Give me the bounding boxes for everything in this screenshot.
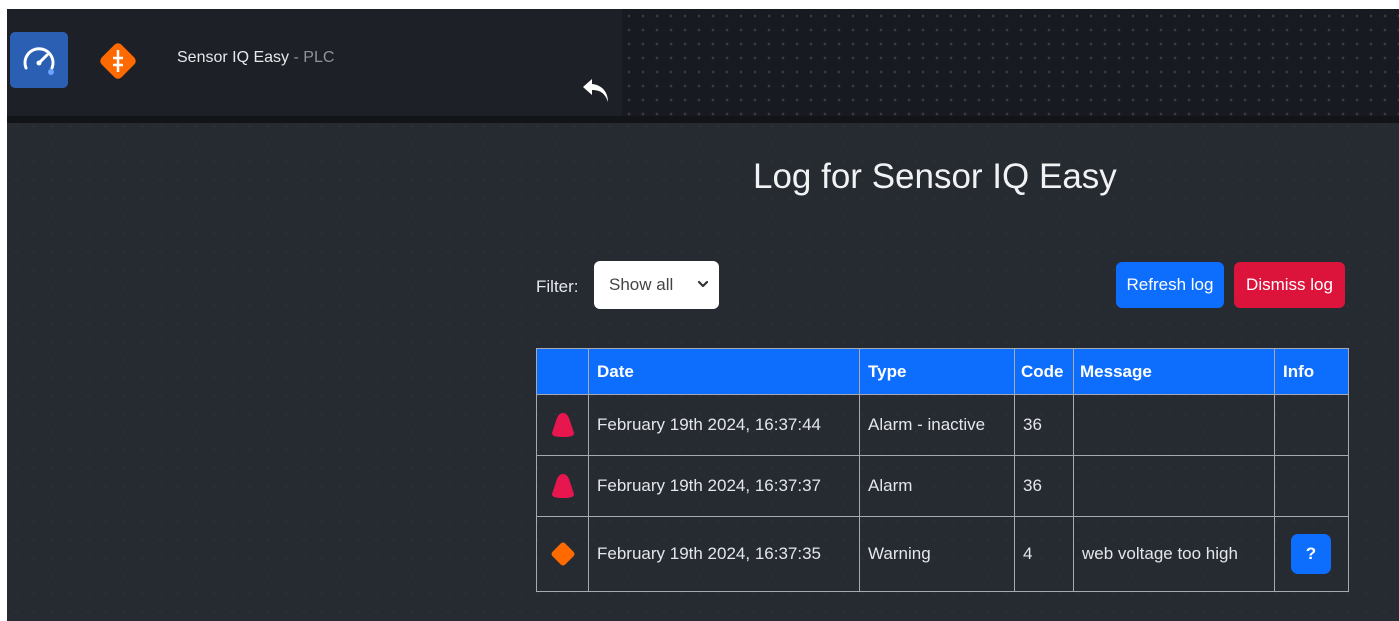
page-title: Log for Sensor IQ Easy bbox=[753, 157, 1117, 196]
column-header-message[interactable]: Message bbox=[1073, 348, 1275, 395]
column-header-date[interactable]: Date bbox=[588, 348, 860, 395]
code-cell: 36 bbox=[1014, 394, 1074, 456]
message-cell: web voltage too high bbox=[1073, 516, 1275, 592]
filter-select[interactable]: Show all bbox=[594, 261, 719, 309]
column-header-type[interactable]: Type bbox=[859, 348, 1015, 395]
message-cell bbox=[1073, 455, 1275, 517]
severity-cell bbox=[536, 455, 589, 517]
refresh-log-button[interactable]: Refresh log bbox=[1116, 262, 1224, 308]
table-header-row: Date Type Code Message Info bbox=[536, 348, 1349, 395]
app-subtitle: - PLC bbox=[289, 49, 335, 66]
date-cell: February 19th 2024, 16:37:37 bbox=[588, 455, 860, 517]
alarm-bell-icon bbox=[551, 413, 574, 437]
header-divider bbox=[7, 116, 1399, 123]
column-header-info: Info bbox=[1274, 348, 1349, 395]
log-table: Date Type Code Message Info February 19t… bbox=[536, 348, 1349, 592]
severity-cell bbox=[536, 516, 589, 592]
column-header-severity bbox=[536, 348, 589, 395]
severity-cell bbox=[536, 394, 589, 456]
column-header-code[interactable]: Code bbox=[1014, 348, 1074, 395]
message-cell bbox=[1073, 394, 1275, 456]
type-cell: Warning bbox=[859, 516, 1015, 592]
table-row: February 19th 2024, 16:37:44 Alarm - ina… bbox=[536, 394, 1349, 456]
warning-diamond-icon[interactable] bbox=[96, 39, 140, 83]
back-arrow-icon[interactable] bbox=[580, 75, 614, 107]
table-row: February 19th 2024, 16:37:37 Alarm 36 bbox=[536, 455, 1349, 517]
info-cell bbox=[1274, 455, 1349, 517]
info-cell bbox=[1274, 394, 1349, 456]
code-cell: 36 bbox=[1014, 455, 1074, 517]
type-cell: Alarm - inactive bbox=[859, 394, 1015, 456]
code-cell: 4 bbox=[1014, 516, 1074, 592]
date-cell: February 19th 2024, 16:37:35 bbox=[588, 516, 860, 592]
app-title: Sensor IQ Easy - PLC bbox=[177, 49, 334, 67]
warning-diamond-icon bbox=[551, 542, 574, 566]
info-help-button[interactable]: ? bbox=[1291, 534, 1331, 574]
chevron-down-icon bbox=[697, 280, 709, 288]
app-name: Sensor IQ Easy bbox=[177, 49, 290, 66]
speedometer-icon[interactable] bbox=[10, 32, 68, 88]
table-row: February 19th 2024, 16:37:35 Warning 4 w… bbox=[536, 516, 1349, 592]
filter-selected-value: Show all bbox=[609, 275, 674, 294]
type-cell: Alarm bbox=[859, 455, 1015, 517]
dismiss-log-button[interactable]: Dismiss log bbox=[1234, 262, 1345, 308]
top-bar: Sensor IQ Easy - PLC bbox=[7, 9, 1399, 116]
date-cell: February 19th 2024, 16:37:44 bbox=[588, 394, 860, 456]
app-window: Sensor IQ Easy - PLC Log for Sensor IQ E… bbox=[7, 9, 1399, 621]
info-cell: ? bbox=[1274, 516, 1349, 592]
filter-label: Filter: bbox=[536, 277, 579, 296]
alarm-bell-icon bbox=[551, 474, 574, 498]
header-pattern bbox=[622, 9, 1399, 116]
